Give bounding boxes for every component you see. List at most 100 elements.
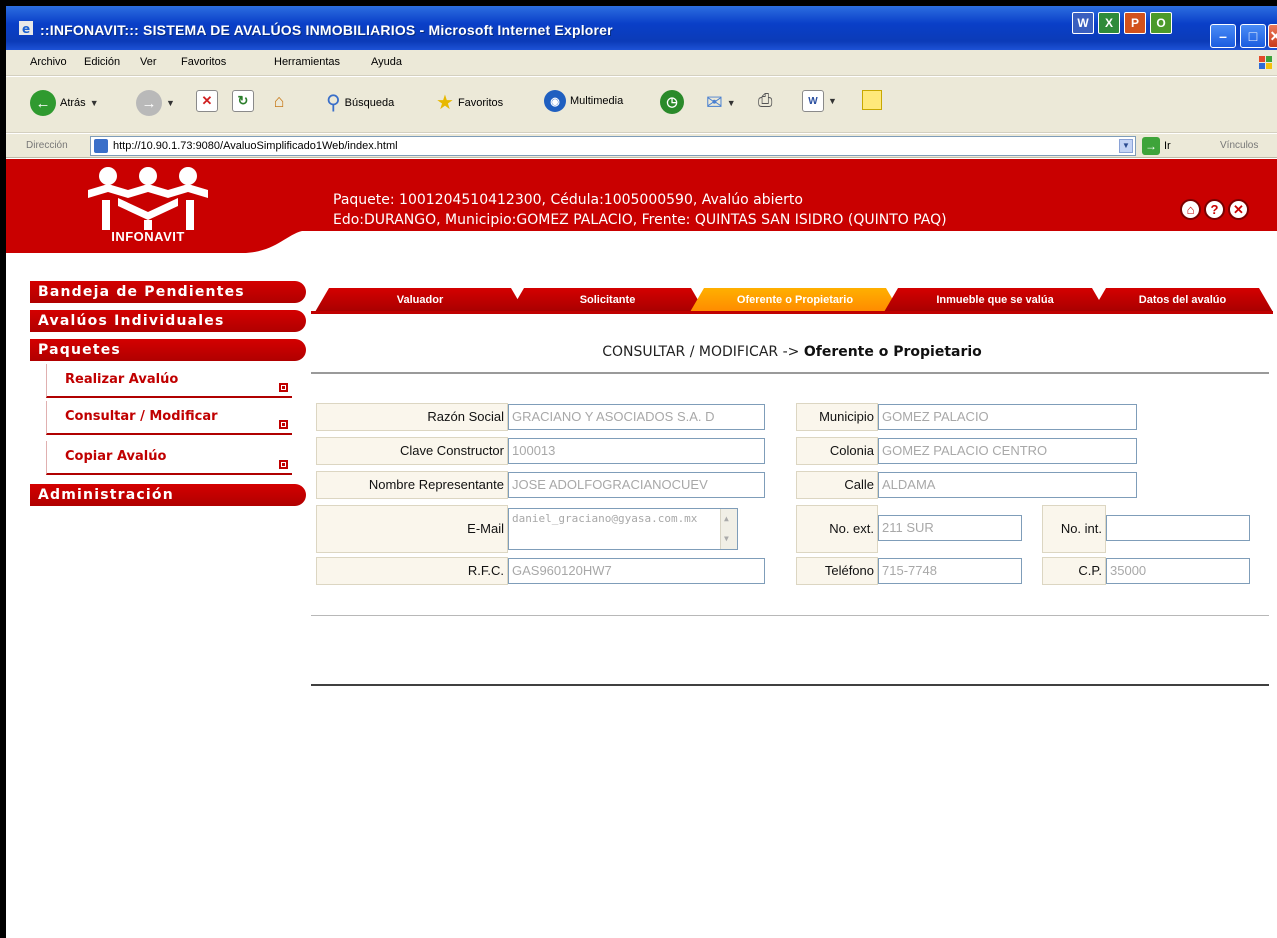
- go-label: Ir: [1164, 140, 1171, 152]
- window-title-bar: e ::INFONAVIT::: SISTEMA DE AVALÚOS INMO…: [6, 6, 1277, 50]
- header-package-info: Paquete: 1001204510412300, Cédula:100500…: [333, 192, 803, 208]
- chevron-down-icon[interactable]: ▼: [1119, 139, 1133, 153]
- favorites-label: Favoritos: [457, 96, 504, 109]
- colonia-input[interactable]: GOMEZ PALACIO CENTRO: [878, 438, 1137, 464]
- telefono-input[interactable]: 715-7748: [878, 558, 1022, 584]
- sidebar-subitem-copiar[interactable]: Copiar Avalúo: [46, 441, 292, 475]
- chevron-down-icon: ▼: [89, 98, 99, 108]
- mail-button[interactable]: ✉ ▼: [706, 90, 736, 115]
- tab-datos-avaluo[interactable]: Datos del avalúo: [1092, 288, 1273, 312]
- mail-icon: ✉: [706, 92, 723, 114]
- home-button[interactable]: ⌂: [268, 90, 290, 112]
- multimedia-button[interactable]: ◉ Multimedia: [544, 90, 623, 112]
- outlook-icon[interactable]: O: [1150, 12, 1172, 34]
- links-label[interactable]: Vínculos: [1220, 140, 1258, 151]
- excel-icon[interactable]: X: [1098, 12, 1120, 34]
- sidebar-subitem-realizar[interactable]: Realizar Avalúo: [46, 364, 292, 398]
- email-value: daniel_graciano@gyasa.com.mx: [512, 512, 698, 525]
- close-window-button[interactable]: ✕: [1268, 24, 1277, 48]
- home-icon: ⌂: [273, 90, 285, 111]
- no-int-input[interactable]: [1106, 515, 1250, 541]
- sidebar-item-individuales[interactable]: Avalúos Individuales: [30, 310, 306, 332]
- nombre-representante-input[interactable]: JOSE ADOLFOGRACIANOCUEV: [508, 472, 765, 498]
- forward-arrow-icon: →: [136, 90, 162, 116]
- bullet-icon: [279, 383, 288, 392]
- notes-button[interactable]: [862, 90, 882, 110]
- maximize-button[interactable]: □: [1240, 24, 1266, 48]
- svg-text:e: e: [22, 22, 30, 36]
- tab-inmueble[interactable]: Inmueble que se valúa: [884, 288, 1106, 312]
- word-icon[interactable]: W: [1072, 12, 1094, 34]
- sidebar-subitem-label: Copiar Avalúo: [65, 449, 167, 464]
- razon-social-input[interactable]: GRACIANO Y ASOCIADOS S.A. D: [508, 404, 765, 430]
- sidebar-item-paquetes[interactable]: Paquetes: [30, 339, 306, 361]
- stop-button[interactable]: ✕: [196, 90, 218, 112]
- clave-constructor-input[interactable]: 100013: [508, 438, 765, 464]
- no-ext-label: No. ext.: [796, 505, 878, 553]
- address-url: http://10.90.1.73:9080/AvaluoSimplificad…: [113, 140, 398, 152]
- page-icon: [94, 139, 108, 153]
- divider: [311, 372, 1269, 374]
- favorites-button[interactable]: ★ Favoritos: [436, 90, 503, 115]
- home-icon[interactable]: ⌂: [1180, 199, 1201, 220]
- menu-herramientas[interactable]: Herramientas: [274, 56, 340, 68]
- municipio-input[interactable]: GOMEZ PALACIO: [878, 404, 1137, 430]
- back-label: Atrás: [60, 97, 86, 109]
- help-icon[interactable]: ?: [1204, 199, 1225, 220]
- telefono-label: Teléfono: [796, 557, 878, 585]
- menu-ver[interactable]: Ver: [140, 56, 157, 68]
- scrollbar[interactable]: [720, 509, 737, 549]
- address-label: Dirección: [26, 140, 68, 151]
- minimize-button[interactable]: –: [1210, 24, 1236, 48]
- email-textarea[interactable]: daniel_graciano@gyasa.com.mx: [508, 508, 738, 550]
- rfc-label: R.F.C.: [316, 557, 508, 585]
- calle-input[interactable]: ALDAMA: [878, 472, 1137, 498]
- sidebar-subitem-label: Realizar Avalúo: [65, 372, 179, 387]
- tab-valuador[interactable]: Valuador: [315, 288, 525, 312]
- edit-button[interactable]: W ▼: [802, 90, 837, 112]
- menu-favoritos[interactable]: Favoritos: [181, 56, 226, 68]
- multimedia-icon: ◉: [544, 90, 566, 112]
- municipio-label: Municipio: [796, 403, 878, 431]
- page-title-prefix: CONSULTAR / MODIFICAR ->: [602, 344, 800, 360]
- no-ext-input[interactable]: 211 SUR: [878, 515, 1022, 541]
- search-button[interactable]: ⚲ Búsqueda: [326, 90, 394, 115]
- stop-icon: ✕: [196, 90, 218, 112]
- cp-input[interactable]: 35000: [1106, 558, 1250, 584]
- menu-edicion[interactable]: Edición: [84, 56, 120, 68]
- forward-button[interactable]: → ▼: [136, 90, 175, 116]
- logo-text: INFONAVIT: [111, 229, 185, 244]
- sidebar-item-administracion[interactable]: Administración: [30, 484, 306, 506]
- go-arrow-icon: →: [1142, 137, 1160, 155]
- bullet-icon: [279, 420, 288, 429]
- no-int-label: No. int.: [1042, 505, 1106, 553]
- sidebar-subitem-label: Consultar / Modificar: [65, 409, 218, 424]
- refresh-button[interactable]: ↻: [232, 90, 254, 112]
- menu-ayuda[interactable]: Ayuda: [371, 56, 402, 68]
- rfc-input[interactable]: GAS960120HW7: [508, 558, 765, 584]
- notes-icon: [862, 90, 882, 110]
- cp-label: C.P.: [1042, 557, 1106, 585]
- window-title: ::INFONAVIT::: SISTEMA DE AVALÚOS INMOBI…: [40, 22, 613, 38]
- header-actions: ⌂ ? ✕: [1180, 199, 1249, 220]
- divider: [311, 615, 1269, 616]
- go-button[interactable]: → Ir: [1142, 137, 1171, 155]
- history-button[interactable]: ◷: [660, 90, 684, 114]
- back-arrow-icon: ←: [30, 90, 56, 116]
- colonia-label: Colonia: [796, 437, 878, 465]
- sidebar-item-bandeja[interactable]: Bandeja de Pendientes: [30, 281, 306, 303]
- tabs-underline: [311, 311, 1273, 314]
- clave-constructor-label: Clave Constructor: [316, 437, 508, 465]
- powerpoint-icon[interactable]: P: [1124, 12, 1146, 34]
- favorites-star-icon: ★: [436, 92, 454, 114]
- sidebar-subitem-consultar[interactable]: Consultar / Modificar: [46, 401, 292, 435]
- chevron-down-icon: ▼: [166, 98, 175, 108]
- history-icon: ◷: [660, 90, 684, 114]
- menu-archivo[interactable]: Archivo: [30, 56, 67, 68]
- tab-solicitante[interactable]: Solicitante: [510, 288, 705, 312]
- print-button[interactable]: ⎙: [758, 90, 772, 111]
- close-icon[interactable]: ✕: [1228, 199, 1249, 220]
- address-input[interactable]: http://10.90.1.73:9080/AvaluoSimplificad…: [90, 136, 1136, 156]
- back-button[interactable]: ← Atrás ▼: [30, 90, 99, 116]
- tab-oferente[interactable]: Oferente o Propietario: [690, 288, 900, 312]
